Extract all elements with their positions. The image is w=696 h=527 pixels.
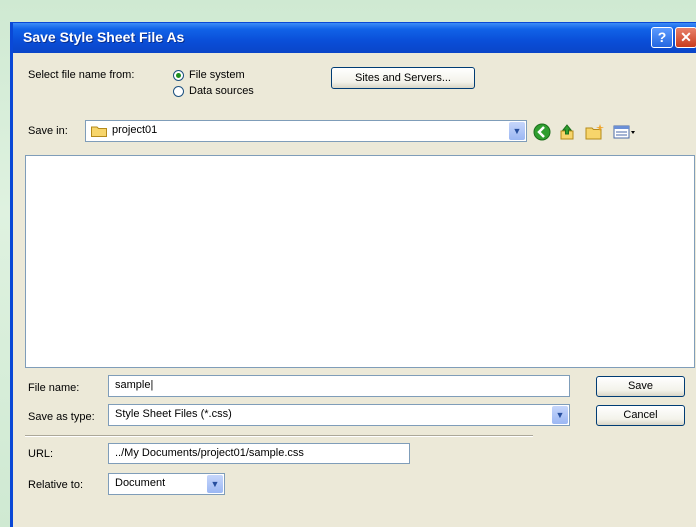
radio-data-sources[interactable] bbox=[173, 86, 184, 97]
save-in-combo[interactable]: project01 ▼ bbox=[85, 120, 527, 142]
dialog-title: Save Style Sheet File As bbox=[23, 29, 185, 45]
url-label: URL: bbox=[28, 448, 54, 460]
select-from-label: Select file name from: bbox=[28, 69, 135, 81]
relative-to-value: Document bbox=[115, 477, 166, 489]
file-name-label: File name: bbox=[28, 382, 80, 394]
save-in-label: Save in: bbox=[28, 125, 68, 137]
title-bar: Save Style Sheet File As ? ✕ bbox=[13, 23, 696, 53]
help-button[interactable]: ? bbox=[651, 27, 673, 48]
chevron-down-icon[interactable]: ▼ bbox=[509, 122, 525, 140]
close-button[interactable]: ✕ bbox=[675, 27, 696, 48]
cancel-button[interactable]: Cancel bbox=[596, 405, 685, 426]
separator bbox=[25, 435, 533, 437]
folder-icon bbox=[91, 125, 107, 137]
chevron-down-icon[interactable]: ▼ bbox=[552, 406, 568, 424]
save-dialog: Save Style Sheet File As ? ✕ Select file… bbox=[10, 22, 696, 527]
relative-to-label: Relative to: bbox=[28, 479, 84, 491]
file-name-input[interactable]: sample| bbox=[108, 375, 570, 397]
up-folder-icon[interactable] bbox=[558, 123, 576, 146]
relative-to-combo[interactable]: Document ▼ bbox=[108, 473, 225, 495]
radio-file-system-label: File system bbox=[189, 69, 245, 81]
save-as-type-value: Style Sheet Files (*.css) bbox=[115, 408, 232, 420]
chevron-down-icon[interactable]: ▼ bbox=[207, 475, 223, 493]
file-name-value: sample| bbox=[115, 379, 154, 391]
url-value: ../My Documents/project01/sample.css bbox=[115, 447, 304, 459]
radio-file-system[interactable] bbox=[173, 70, 184, 81]
radio-data-sources-label: Data sources bbox=[189, 85, 254, 97]
save-in-value: project01 bbox=[112, 124, 158, 136]
save-button[interactable]: Save bbox=[596, 376, 685, 397]
file-list[interactable] bbox=[25, 155, 695, 368]
sites-and-servers-button[interactable]: Sites and Servers... bbox=[331, 67, 475, 89]
save-as-type-combo[interactable]: Style Sheet Files (*.css) ▼ bbox=[108, 404, 570, 426]
save-as-type-label: Save as type: bbox=[28, 411, 95, 423]
view-menu-icon[interactable] bbox=[613, 123, 637, 146]
url-field: ../My Documents/project01/sample.css bbox=[108, 443, 410, 464]
new-folder-icon[interactable] bbox=[585, 123, 605, 146]
back-icon[interactable] bbox=[533, 123, 551, 146]
